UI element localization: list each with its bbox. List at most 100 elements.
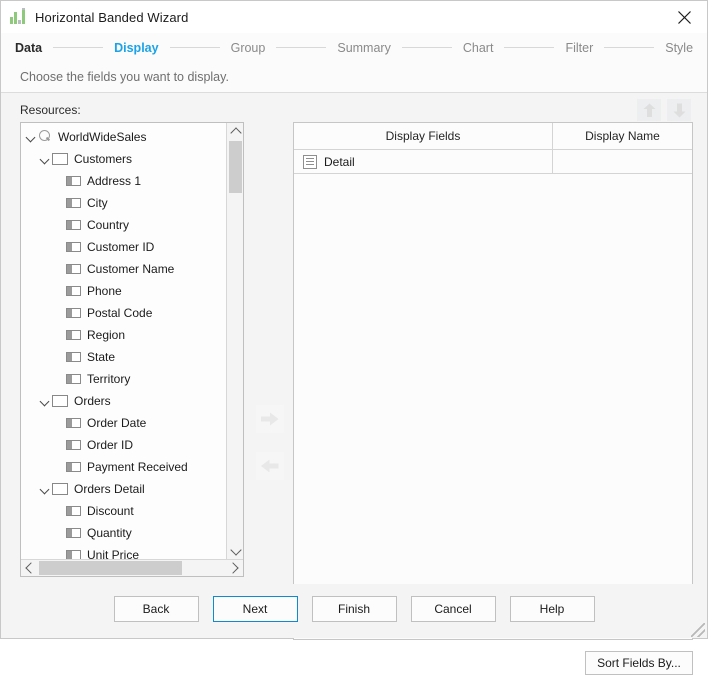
tree-item-label: Country <box>87 218 129 232</box>
field-icon <box>66 462 81 472</box>
tree-item[interactable]: Phone <box>21 280 225 302</box>
tree-item[interactable]: City <box>21 192 225 214</box>
tree-item[interactable]: Discount <box>21 500 225 522</box>
tree-item-label: State <box>87 350 115 364</box>
scroll-down-icon[interactable] <box>227 543 244 560</box>
tree-item-label: City <box>87 196 108 210</box>
grid-header-row: Display Fields Display Name <box>294 123 692 150</box>
finish-button[interactable]: Finish <box>312 596 397 622</box>
chevron-down-icon[interactable] <box>39 395 52 408</box>
table-icon <box>52 483 68 495</box>
tree-row-list: WorldWideSales Customers Address 1 City Coun… <box>21 123 225 560</box>
step-connector <box>276 47 326 48</box>
horizontal-scroll-thumb[interactable] <box>39 561 182 575</box>
column-header-display-fields[interactable]: Display Fields <box>294 123 553 149</box>
resources-tree[interactable]: WorldWideSales Customers Address 1 City Coun… <box>21 123 225 560</box>
tree-item[interactable]: WorldWideSales <box>21 126 225 148</box>
tree-item[interactable]: Unit Price <box>21 544 225 560</box>
tree-item[interactable]: Customers <box>21 148 225 170</box>
step-description: Choose the fields you want to display. <box>1 62 707 93</box>
tree-item[interactable]: Order Date <box>21 412 225 434</box>
tree-item-label: Order Date <box>87 416 146 430</box>
tree-item[interactable]: Customer Name <box>21 258 225 280</box>
step-style[interactable]: Style <box>665 41 693 55</box>
tree-item[interactable]: Postal Code <box>21 302 225 324</box>
tree-item[interactable]: Region <box>21 324 225 346</box>
scroll-up-icon[interactable] <box>227 123 244 140</box>
cancel-button[interactable]: Cancel <box>411 596 496 622</box>
tree-item[interactable]: State <box>21 346 225 368</box>
tree-item-label: Orders Detail <box>74 482 145 496</box>
step-display[interactable]: Display <box>114 41 158 55</box>
field-icon <box>66 352 81 362</box>
tree-vertical-scrollbar[interactable] <box>226 123 243 560</box>
wizard-step-nav: Data Display Group Summary Chart Filter … <box>1 33 707 62</box>
query-icon <box>38 130 52 144</box>
reorder-button-group <box>637 99 691 121</box>
move-down-button[interactable] <box>667 99 691 121</box>
step-connector <box>604 47 654 48</box>
footer-button-row: Back Next Finish Cancel Help <box>1 596 707 622</box>
column-header-display-name[interactable]: Display Name <box>553 123 692 149</box>
step-filter[interactable]: Filter <box>565 41 593 55</box>
chevron-down-icon[interactable] <box>25 131 38 144</box>
chevron-down-icon[interactable] <box>39 483 52 496</box>
tree-item-label: Orders <box>74 394 111 408</box>
step-connector <box>504 47 554 48</box>
table-icon <box>52 153 68 165</box>
step-connector <box>53 47 103 48</box>
field-icon <box>66 374 81 384</box>
scroll-left-icon[interactable] <box>21 560 38 576</box>
tree-item[interactable]: Order ID <box>21 434 225 456</box>
field-icon <box>66 286 81 296</box>
tree-item-label: Postal Code <box>87 306 152 320</box>
tree-horizontal-scrollbar[interactable] <box>21 559 243 576</box>
step-data[interactable]: Data <box>15 41 42 55</box>
step-chart[interactable]: Chart <box>463 41 494 55</box>
tree-item-label: WorldWideSales <box>58 130 146 144</box>
remove-field-button[interactable] <box>256 452 284 480</box>
tree-item[interactable]: Address 1 <box>21 170 225 192</box>
tree-item[interactable]: Country <box>21 214 225 236</box>
field-icon <box>66 330 81 340</box>
help-button[interactable]: Help <box>510 596 595 622</box>
tree-item[interactable]: Orders <box>21 390 225 412</box>
close-icon[interactable] <box>662 1 707 33</box>
field-icon <box>66 418 81 428</box>
tree-item-label: Payment Received <box>87 460 188 474</box>
arrow-right-icon <box>261 412 279 426</box>
vertical-scroll-thumb[interactable] <box>229 141 242 193</box>
field-icon <box>66 198 81 208</box>
add-field-button[interactable] <box>256 405 284 433</box>
move-up-button[interactable] <box>637 99 661 121</box>
tree-item-label: Quantity <box>87 526 132 540</box>
tree-item-label: Customers <box>74 152 132 166</box>
tree-item[interactable]: Orders Detail <box>21 478 225 500</box>
scroll-right-icon[interactable] <box>226 560 243 576</box>
back-button[interactable]: Back <box>114 596 199 622</box>
display-fields-grid: Display Fields Display Name Detail <box>293 122 693 640</box>
tree-item[interactable]: Payment Received <box>21 456 225 478</box>
tree-item[interactable]: Customer ID <box>21 236 225 258</box>
tree-item-label: Address 1 <box>87 174 141 188</box>
next-button[interactable]: Next <box>213 596 298 622</box>
wizard-content: Resources: WorldWideSales Customers Addres… <box>1 93 707 584</box>
transfer-button-group <box>256 405 284 499</box>
tree-item[interactable]: Quantity <box>21 522 225 544</box>
field-icon <box>66 176 81 186</box>
table-row[interactable]: Detail <box>294 150 692 174</box>
tree-item[interactable]: Territory <box>21 368 225 390</box>
chevron-down-icon[interactable] <box>39 153 52 166</box>
step-connector <box>402 47 452 48</box>
bar-chart-icon <box>10 9 26 25</box>
step-summary[interactable]: Summary <box>337 41 390 55</box>
field-icon <box>66 242 81 252</box>
arrow-left-icon <box>261 459 279 473</box>
resources-label: Resources: <box>20 103 81 117</box>
sort-fields-by-button[interactable]: Sort Fields By... <box>585 651 693 675</box>
resize-grip-icon[interactable] <box>691 623 705 637</box>
step-group[interactable]: Group <box>231 41 266 55</box>
cell-display-field[interactable]: Detail <box>294 150 553 174</box>
cell-display-name[interactable] <box>553 150 692 174</box>
tree-item-label: Customer ID <box>87 240 154 254</box>
